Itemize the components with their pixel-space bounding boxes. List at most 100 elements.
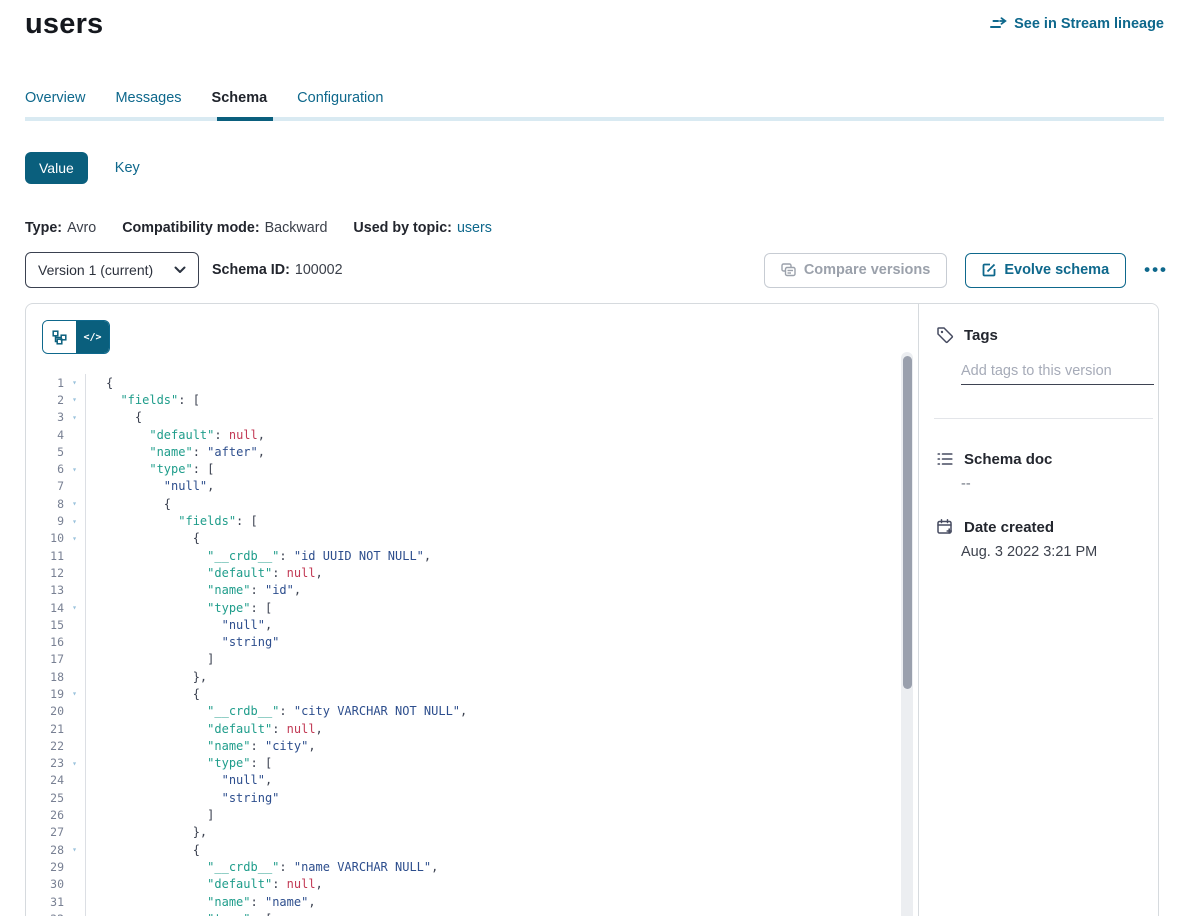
code-line: 11 "__crdb__": "id UUID NOT NULL", (26, 547, 898, 564)
stream-lineage-icon (990, 17, 1007, 32)
add-tags-input[interactable] (961, 358, 1154, 385)
code-line: 28▾ { (26, 841, 898, 858)
value-key-toggle: Value Key (25, 152, 140, 184)
line-number: 1 (26, 376, 64, 390)
tab-configuration[interactable]: Configuration (297, 90, 383, 106)
fold-toggle-icon[interactable]: ▾ (64, 395, 85, 404)
evolve-schema-label: Evolve schema (1004, 262, 1109, 278)
line-number: 31 (26, 895, 64, 909)
schema-meta-row: Type:Avro Compatibility mode:Backward Us… (25, 220, 492, 236)
line-number: 10 (26, 531, 64, 545)
fold-toggle-icon[interactable]: ▾ (64, 378, 85, 387)
line-number: 17 (26, 652, 64, 666)
code-scrollbar-thumb[interactable] (903, 356, 912, 689)
line-number: 28 (26, 843, 64, 857)
see-in-stream-lineage-link[interactable]: See in Stream lineage (990, 16, 1164, 32)
schema-panel: </> 1▾{2▾ "fields": [3▾ {4 "default": nu… (25, 303, 1159, 916)
tags-title: Tags (964, 327, 998, 344)
code-line: 10▾ { (26, 530, 898, 547)
code-text: "fields": [ (85, 512, 898, 529)
compare-versions-button[interactable]: Compare versions (764, 253, 948, 288)
line-number: 5 (26, 445, 64, 459)
tab-overview[interactable]: Overview (25, 90, 85, 106)
code-text: "default": null, (85, 720, 898, 737)
chevron-down-icon (174, 266, 186, 274)
code-text: "fields": [ (85, 391, 898, 408)
date-created-title: Date created (964, 519, 1054, 536)
more-options-button[interactable]: ••• (1144, 260, 1168, 280)
tab-messages[interactable]: Messages (115, 90, 181, 106)
code-line: 14▾ "type": [ (26, 599, 898, 616)
line-number: 29 (26, 860, 64, 874)
compare-versions-label: Compare versions (804, 262, 931, 278)
schema-actions: Compare versions Evolve schema ••• (764, 253, 1168, 288)
fold-toggle-icon[interactable]: ▾ (64, 517, 85, 526)
code-text: "name": "city", (85, 737, 898, 754)
fold-toggle-icon[interactable]: ▾ (64, 759, 85, 768)
code-line: 12 "default": null, (26, 564, 898, 581)
line-number: 25 (26, 791, 64, 805)
tree-view-button[interactable] (43, 321, 76, 353)
tab-active-underline (217, 117, 273, 121)
version-select-value: Version 1 (current) (38, 262, 153, 278)
line-number: 21 (26, 722, 64, 736)
line-number: 4 (26, 428, 64, 442)
edit-schema-icon (982, 263, 996, 277)
code-line: 2▾ "fields": [ (26, 391, 898, 408)
code-line: 3▾ { (26, 409, 898, 426)
code-line: 21 "default": null, (26, 720, 898, 737)
code-text: "__crdb__": "id UUID NOT NULL", (85, 547, 898, 564)
code-line: 23▾ "type": [ (26, 755, 898, 772)
key-toggle-button[interactable]: Key (115, 160, 140, 176)
code-view-button[interactable]: </> (76, 321, 109, 353)
code-line: 13 "name": "id", (26, 582, 898, 599)
fold-toggle-icon[interactable]: ▾ (64, 413, 85, 422)
fold-toggle-icon[interactable]: ▾ (64, 845, 85, 854)
line-number: 7 (26, 479, 64, 493)
code-text: { (85, 495, 898, 512)
version-select[interactable]: Version 1 (current) (25, 252, 199, 288)
compatibility-value: Backward (265, 220, 328, 236)
line-number: 12 (26, 566, 64, 580)
line-number: 26 (26, 808, 64, 822)
code-line: 20 "__crdb__": "city VARCHAR NOT NULL", (26, 703, 898, 720)
fold-toggle-icon[interactable]: ▾ (64, 534, 85, 543)
line-number: 20 (26, 704, 64, 718)
line-number: 14 (26, 601, 64, 615)
code-line: 22 "name": "city", (26, 737, 898, 754)
fold-toggle-icon[interactable]: ▾ (64, 465, 85, 474)
evolve-schema-button[interactable]: Evolve schema (965, 253, 1126, 288)
schema-tree-icon (52, 330, 67, 345)
compatibility-label: Compatibility mode: (122, 220, 259, 236)
schema-doc-value: -- (961, 476, 971, 492)
code-text: "__crdb__": "city VARCHAR NOT NULL", (85, 703, 898, 720)
type-field: Type: Avro (25, 220, 96, 236)
fold-toggle-icon[interactable]: ▾ (64, 689, 85, 698)
code-line: 31 "name": "name", (26, 893, 898, 910)
code-text: { (85, 685, 898, 702)
code-text: { (85, 841, 898, 858)
code-line: 18 }, (26, 668, 898, 685)
code-text: "name": "name", (85, 893, 898, 910)
compare-versions-icon (781, 263, 796, 277)
code-text: "default": null, (85, 426, 898, 443)
type-value: Avro (67, 220, 96, 236)
tab-schema[interactable]: Schema (212, 90, 268, 106)
line-number: 6 (26, 462, 64, 476)
type-label: Type: (25, 220, 62, 236)
code-text: { (85, 530, 898, 547)
schema-id-label: Schema ID: (212, 262, 290, 278)
code-scrollbar-track[interactable] (901, 352, 913, 916)
value-toggle-button[interactable]: Value (25, 152, 88, 184)
fold-toggle-icon[interactable]: ▾ (64, 499, 85, 508)
tab-underline-track (25, 117, 1164, 121)
code-line: 5 "name": "after", (26, 443, 898, 460)
code-line: 8▾ { (26, 495, 898, 512)
schema-details-sidebar: Tags Schema doc -- (920, 304, 1158, 916)
code-line: 24 "null", (26, 772, 898, 789)
line-number: 3 (26, 410, 64, 424)
code-text: "string" (85, 633, 898, 650)
fold-toggle-icon[interactable]: ▾ (64, 603, 85, 612)
code-line: 4 "default": null, (26, 426, 898, 443)
topic-link[interactable]: users (457, 220, 492, 236)
